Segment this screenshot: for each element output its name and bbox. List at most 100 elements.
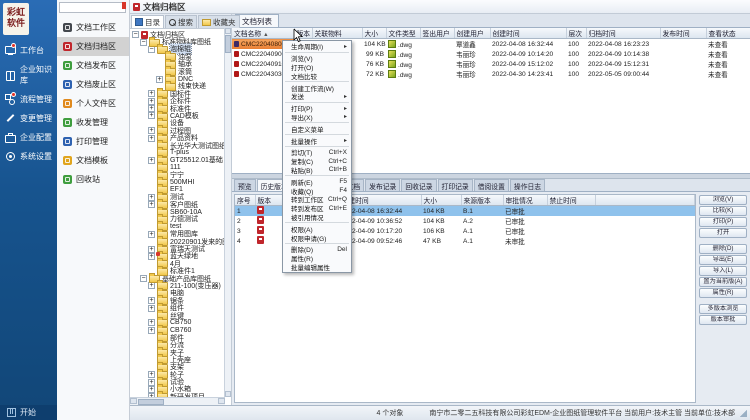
module-item-7[interactable]: 打印管理 [57, 132, 129, 151]
expand-icon[interactable]: + [148, 201, 155, 208]
expand-icon[interactable]: + [148, 386, 155, 393]
scroll-right-icon[interactable] [218, 398, 225, 404]
column-header[interactable]: 文件类型 [386, 28, 420, 39]
module-item-4[interactable]: 文档废止区 [57, 75, 129, 94]
module-search-input[interactable] [59, 2, 126, 13]
version-action-button-7[interactable]: 导入(L) [699, 266, 747, 276]
column-header[interactable]: 层次 [566, 28, 586, 39]
collapse-icon[interactable]: − [132, 31, 139, 38]
sidebar-item-4[interactable]: 变更管理 [0, 110, 57, 127]
version-action-button-6[interactable]: 导出(E) [699, 255, 747, 265]
column-header[interactable]: 大小 [421, 195, 461, 206]
expand-icon[interactable]: + [148, 371, 155, 378]
menu-item[interactable]: 生命周期(I)▸ [283, 42, 351, 51]
column-header[interactable]: 大小 [362, 28, 386, 39]
scroll-down-icon[interactable] [225, 391, 231, 397]
expand-icon[interactable]: + [148, 319, 155, 326]
menu-item[interactable]: 被引用情况 [283, 213, 351, 222]
menu-item[interactable]: 权限申请(G) [283, 233, 351, 242]
version-action-button-4[interactable]: 打开 [699, 228, 747, 238]
collapse-icon[interactable]: − [140, 39, 147, 46]
tree-item[interactable]: 力德测试 [132, 216, 224, 223]
version-action-button-3[interactable]: 打印(P) [699, 217, 747, 227]
expand-icon[interactable]: + [148, 157, 155, 164]
expand-icon[interactable]: + [148, 194, 155, 201]
column-header[interactable]: 审批情况 [503, 195, 547, 206]
expand-icon[interactable]: + [148, 282, 155, 289]
expand-icon[interactable]: + [148, 246, 155, 253]
column-header[interactable]: 禁止时间 [547, 195, 595, 206]
column-header[interactable]: 创建时间 [490, 28, 566, 39]
menu-item[interactable]: 文档比较 [283, 71, 351, 80]
menu-item[interactable]: 自定义菜单 [283, 124, 351, 133]
expand-icon[interactable]: + [148, 379, 155, 386]
tree-tab-3[interactable]: 收藏夹 [198, 15, 240, 28]
module-item-1[interactable]: 文档工作区 [57, 18, 129, 37]
column-header[interactable]: 签出用户 [420, 28, 454, 39]
detail-tab-1[interactable]: 预览 [234, 179, 256, 191]
version-action-button-9[interactable]: 属性(R) [699, 288, 747, 298]
resize-grip-icon[interactable] [739, 409, 747, 417]
tree-vscrollbar[interactable] [224, 28, 231, 397]
scroll-left-icon[interactable] [130, 398, 137, 404]
menu-item[interactable]: 批量操作▸ [283, 136, 351, 145]
expand-icon[interactable]: + [148, 297, 155, 304]
column-header[interactable]: 创建用户 [454, 28, 490, 39]
collapse-icon[interactable]: − [140, 275, 147, 282]
tree-tab-1[interactable]: 目录 [131, 15, 164, 28]
tree-item[interactable]: +客户图纸 [132, 201, 224, 208]
menu-item[interactable]: 导出(X)▸ [283, 113, 351, 122]
column-header[interactable]: 关联物料 [312, 28, 362, 39]
expand-icon[interactable]: + [148, 327, 155, 334]
version-action-button-1[interactable]: 浏览(V) [699, 195, 747, 205]
menu-item[interactable]: 发送▸ [283, 92, 351, 101]
module-item-2[interactable]: 文档归档区 [57, 37, 129, 56]
sidebar-item-3[interactable]: 流程管理 [0, 91, 57, 108]
sidebar-item-5[interactable]: 企业配置 [0, 129, 57, 146]
tree-item[interactable]: +GT25512.01基础 [132, 157, 224, 164]
version-action-button-10[interactable]: 多版本浏览 [699, 304, 747, 314]
module-item-6[interactable]: 收发管理 [57, 113, 129, 132]
expand-icon[interactable]: + [148, 253, 155, 260]
sidebar-item-6[interactable]: 系统设置 [0, 148, 57, 165]
sidebar-item-1[interactable]: 工作台 [0, 42, 57, 59]
column-header[interactable]: 来源版本 [461, 195, 503, 206]
module-item-3[interactable]: 文档发布区 [57, 56, 129, 75]
start-button[interactable]: 开始 [0, 405, 57, 420]
expand-icon[interactable]: + [148, 98, 155, 105]
tree-item[interactable]: 宁宁 [132, 171, 224, 178]
detail-tab-5[interactable]: 发布记录 [365, 179, 400, 191]
vscroll-thumb[interactable] [225, 35, 231, 53]
column-header[interactable]: 查看状态 [706, 28, 750, 39]
expand-icon[interactable]: + [148, 231, 155, 238]
scroll-up-icon[interactable] [225, 28, 231, 34]
version-action-button-2[interactable]: 比较(K) [699, 206, 747, 216]
column-header[interactable]: 发布时间 [660, 28, 706, 39]
expand-icon[interactable]: + [148, 305, 155, 312]
expand-icon[interactable]: + [148, 105, 155, 112]
module-item-8[interactable]: 文档模板 [57, 151, 129, 170]
column-header[interactable]: 序号 [235, 195, 255, 206]
tree-item[interactable]: 500MHI [132, 179, 224, 186]
expand-icon[interactable]: + [148, 112, 155, 119]
expand-icon[interactable]: + [148, 135, 155, 142]
tree-item[interactable]: 滚筒 [132, 68, 224, 75]
expand-icon[interactable]: + [156, 76, 163, 83]
tree-item[interactable]: +CB750 [132, 319, 224, 326]
tree-hscrollbar[interactable] [130, 397, 225, 405]
detail-tab-7[interactable]: 打印记录 [438, 179, 473, 191]
detail-tab-9[interactable]: 操作日志 [510, 179, 545, 191]
hscroll-thumb[interactable] [138, 399, 164, 405]
detail-tab-6[interactable]: 回收记录 [401, 179, 436, 191]
column-header[interactable]: 归档时间 [586, 28, 660, 39]
version-action-button-5[interactable]: 删除(D) [699, 244, 747, 254]
column-header[interactable]: 文档名称 ▲ [232, 28, 294, 39]
module-item-5[interactable]: 个人文件区 [57, 94, 129, 113]
tree-item[interactable]: 长光华大测试图纸 [132, 142, 224, 149]
module-item-9[interactable]: 回收站 [57, 170, 129, 189]
menu-item[interactable]: 批量编辑属性 [283, 263, 351, 272]
collapse-icon[interactable]: − [148, 46, 155, 53]
expand-icon[interactable]: + [148, 90, 155, 97]
expand-icon[interactable]: + [148, 127, 155, 134]
menu-item[interactable]: 粘贴(B)Ctrl+B [283, 166, 351, 175]
